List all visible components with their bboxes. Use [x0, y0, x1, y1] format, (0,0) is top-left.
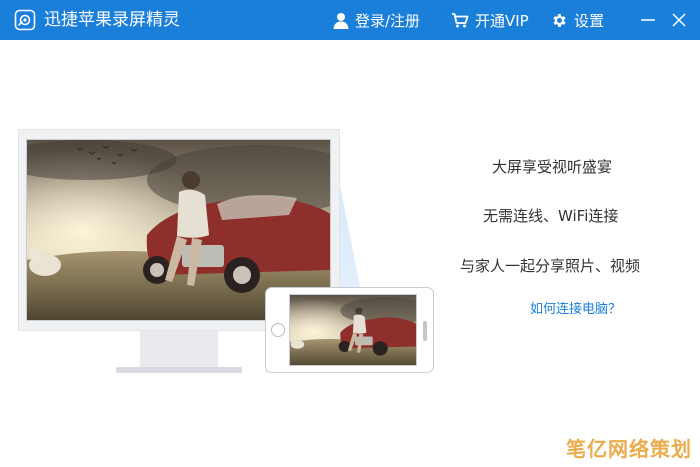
how-to-connect-link[interactable]: 如何连接电脑？ [530, 298, 621, 317]
phone-screen-image [289, 294, 417, 366]
phone-speaker [423, 321, 427, 341]
phone-frame [265, 287, 434, 373]
phone-home-button [271, 323, 285, 337]
feature-wifi: 无需连线、WiFi连接 [483, 207, 619, 225]
watermark: 笔亿网络策划 [566, 437, 692, 461]
monitor-stand [140, 331, 218, 368]
feature-share: 与家人一起分享照片、视频 [460, 257, 641, 275]
feature-big-screen: 大屏享受视听盛宴 [492, 158, 613, 176]
monitor-base [116, 367, 242, 373]
